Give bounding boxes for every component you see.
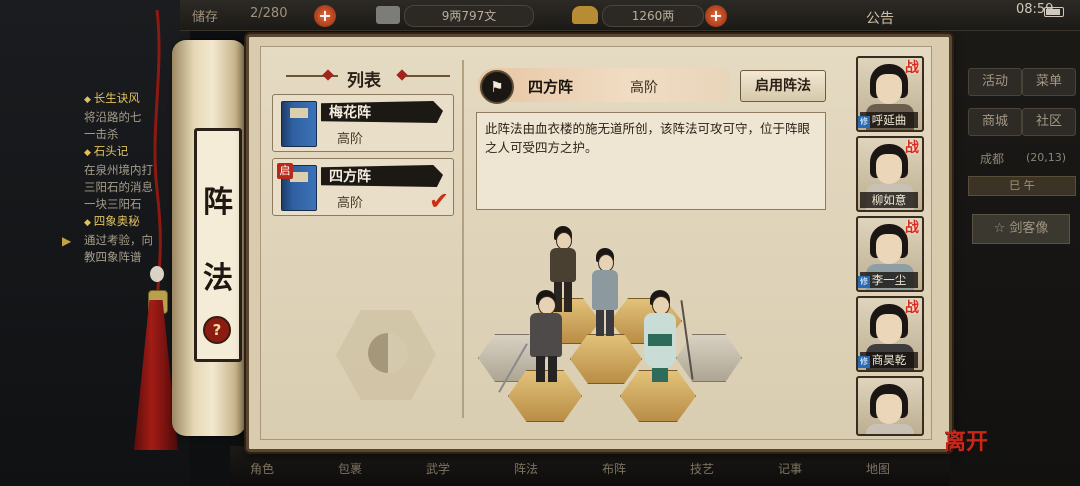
board-character xyxy=(588,248,622,340)
party-portrait[interactable] xyxy=(856,376,924,436)
portrait-face xyxy=(876,314,902,344)
character-button-label: 剑客像 xyxy=(1009,221,1049,236)
formation-grade: 高阶 xyxy=(337,196,364,211)
party-portrait[interactable]: 战 商昊乾 修 xyxy=(856,296,924,372)
tassel-bead xyxy=(150,266,164,282)
quest-desc: 通过考验，向 xyxy=(84,233,153,247)
in-battle-mark: 战 xyxy=(905,60,919,76)
bottom-nav-item[interactable]: 记事 xyxy=(778,460,802,477)
exit-button[interactable]: 离开 xyxy=(944,424,990,464)
portrait-face xyxy=(876,394,902,424)
portrait-face xyxy=(876,154,902,184)
scroll-title-char: 法 xyxy=(203,261,233,296)
enable-formation-button[interactable]: 启用阵法 xyxy=(740,70,826,102)
bottom-nav-item[interactable]: 阵法 xyxy=(514,460,538,477)
help-icon[interactable]: ? xyxy=(203,316,231,344)
add-capacity-button[interactable]: + xyxy=(314,5,336,27)
battery-icon xyxy=(1044,7,1064,17)
location-coords: (20,13) xyxy=(1026,151,1067,164)
quest-desc: 在泉州境内打 xyxy=(84,163,153,177)
portrait-face xyxy=(876,74,902,104)
formation-grade: 高阶 xyxy=(337,132,364,147)
character-button[interactable]: ☆ 剑客像 xyxy=(972,214,1070,244)
flag-icon: ⚑ xyxy=(480,70,514,104)
cultivation-mark: 修 xyxy=(858,116,870,128)
quest-title[interactable]: 四象奥秘 xyxy=(84,213,184,232)
in-battle-mark: 战 xyxy=(905,300,919,316)
in-battle-mark: 战 xyxy=(905,140,919,156)
quest-title[interactable]: 石头记 xyxy=(84,143,184,162)
detail-formation-grade: 高阶 xyxy=(630,80,658,96)
formation-list-item[interactable]: 梅花阵 高阶 xyxy=(272,94,454,152)
panel-divider xyxy=(462,60,464,418)
shop-button[interactable]: 商城 xyxy=(968,108,1022,136)
formation-name: 四方阵 xyxy=(329,169,371,185)
list-header: 列表 xyxy=(284,66,444,91)
quest-tracker[interactable]: 长生诀风 将沿路的七 一击杀 石头记 在泉州境内打 三阳石的消息 一块三阳石 四… xyxy=(84,90,184,266)
announcement-button[interactable]: 公告 xyxy=(866,8,894,28)
party-portrait[interactable]: 战 呼延曲 修 xyxy=(856,56,924,132)
location-name: 成都 xyxy=(980,152,1005,166)
list-header-title: 列表 xyxy=(347,71,381,91)
description-box: 此阵法由血衣楼的施无道所创，该阵法可攻可守，位于阵眼之人可受四方之护。 xyxy=(476,112,826,210)
party-portrait[interactable]: 战 柳如意 xyxy=(856,136,924,212)
activity-button[interactable]: 活动 xyxy=(968,68,1022,96)
bottom-nav-item[interactable]: 技艺 xyxy=(690,460,714,477)
cultivation-mark: 修 xyxy=(858,356,870,368)
gold-display: 1260两 xyxy=(602,5,704,27)
community-button[interactable]: 社区 xyxy=(1022,108,1076,136)
bottom-nav-item[interactable]: 包裹 xyxy=(338,460,362,477)
formation-name: 梅花阵 xyxy=(329,105,371,121)
cultivation-mark: 修 xyxy=(858,276,870,288)
menu-button[interactable]: 菜单 xyxy=(1022,68,1076,96)
bottom-nav-item[interactable]: 地图 xyxy=(866,460,890,477)
portrait-name: 柳如意 xyxy=(860,192,918,208)
quest-desc: 三阳石的消息 xyxy=(84,180,153,194)
formation-book-icon xyxy=(281,101,317,147)
in-battle-mark: 战 xyxy=(905,220,919,236)
portrait-body xyxy=(866,424,914,434)
board-character xyxy=(640,290,680,390)
capacity-label: 储存 xyxy=(192,10,219,25)
board-character xyxy=(526,290,566,386)
portrait-face xyxy=(876,234,902,264)
bottom-nav-item[interactable]: 角色 xyxy=(250,460,274,477)
star-icon: ☆ xyxy=(993,221,1010,236)
formation-list-item-selected[interactable]: 启 四方阵 高阶 ✔ xyxy=(272,158,454,216)
scroll-title-char: 阵 xyxy=(203,185,233,220)
bottom-nav-item[interactable]: 武学 xyxy=(426,460,450,477)
checkmark-icon: ✔ xyxy=(429,187,450,215)
bottom-nav: 角色 包裹 武学 阵法 布阵 技艺 记事 地图 xyxy=(230,446,950,486)
silver-icon xyxy=(376,6,400,24)
quest-desc: 教四象阵谱 xyxy=(84,250,142,264)
quest-desc: 将沿路的七 xyxy=(84,110,142,124)
detail-header xyxy=(478,68,730,102)
quest-title[interactable]: 长生诀风 xyxy=(84,90,184,109)
yin-yang-icon xyxy=(368,333,408,373)
add-gold-button[interactable]: + xyxy=(705,5,727,27)
bottom-nav-item[interactable]: 布阵 xyxy=(602,460,626,477)
expand-quests-arrow-icon[interactable]: ▶ xyxy=(62,234,71,248)
tassel-cord xyxy=(153,10,162,310)
capacity-value: 2/280 xyxy=(250,6,288,21)
money-display: 9两797文 xyxy=(404,5,534,27)
quest-desc: 一块三阳石 xyxy=(84,197,142,211)
time-of-day: 巳 午 xyxy=(968,176,1076,196)
description-text: 此阵法由血衣楼的施无道所创，该阵法可攻可守，位于阵眼之人可受四方之护。 xyxy=(485,121,811,155)
quest-desc: 一击杀 xyxy=(84,127,119,141)
party-portrait[interactable]: 战 李一尘 修 xyxy=(856,216,924,292)
enabled-badge: 启 xyxy=(277,163,293,179)
detail-formation-name: 四方阵 xyxy=(528,78,574,96)
gold-ingot-icon xyxy=(572,6,598,24)
